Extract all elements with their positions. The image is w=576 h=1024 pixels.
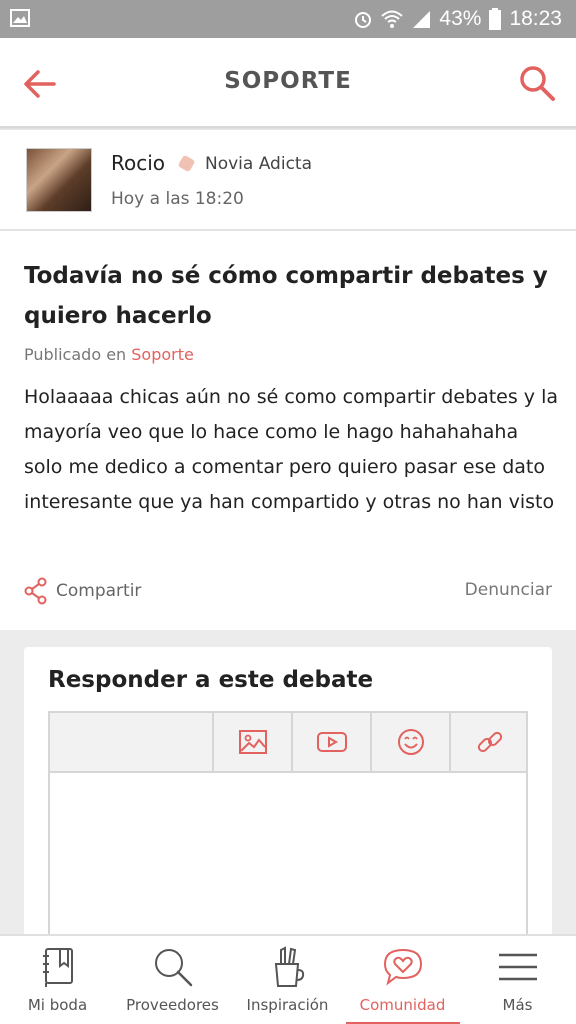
insert-video-button[interactable] [291, 713, 370, 771]
status-icons: 43% 18:23 [353, 6, 562, 32]
nav-label: Mi boda [27, 996, 88, 1014]
post-body: Holaaaaa chicas aún no sé como compartir… [24, 386, 558, 513]
alarm-icon [355, 12, 372, 28]
clock: 18:23 [509, 7, 562, 30]
nav-mi-boda[interactable]: Mi boda [0, 936, 115, 1024]
share-button[interactable]: Compartir [24, 576, 141, 606]
reply-title: Responder a este debate [48, 667, 374, 693]
video-icon [316, 732, 347, 752]
category-link[interactable]: Soporte [131, 345, 194, 364]
reply-editor [48, 711, 528, 951]
author-name[interactable]: Rocio [111, 151, 165, 175]
app-bar: SOPORTE [0, 38, 576, 128]
heart-chat-icon [383, 948, 422, 986]
nav-mas[interactable]: Más [460, 936, 575, 1024]
published-in: Publicado en Soporte [24, 345, 194, 364]
search-icon[interactable] [518, 64, 556, 102]
post-card: Rocio Novia Adicta Hoy a las 18:20 Todav… [0, 130, 576, 630]
rank-badge-icon [177, 154, 196, 173]
emoji-icon [397, 729, 424, 755]
insert-link-button[interactable] [449, 713, 528, 771]
image-icon [238, 730, 267, 754]
author-header: Rocio Novia Adicta Hoy a las 18:20 [0, 130, 576, 231]
nav-label: Inspiración [246, 996, 329, 1014]
status-bar: 43% 18:23 [0, 0, 576, 38]
battery-icon [489, 8, 502, 30]
link-icon [477, 731, 502, 753]
nav-proveedores[interactable]: Proveedores [115, 936, 230, 1024]
pencil-cup-icon [274, 946, 304, 987]
published-prefix: Publicado en [24, 345, 127, 364]
page-title: SOPORTE [224, 68, 352, 94]
editor-toolbar [50, 713, 526, 773]
post-title: Todavía no sé cómo compartir debates y q… [24, 263, 548, 329]
nav-label: Proveedores [126, 996, 219, 1014]
post-time: Hoy a las 18:20 [111, 189, 244, 209]
avatar[interactable] [26, 148, 92, 212]
wifi-icon [381, 10, 404, 28]
nav-label: Más [502, 996, 533, 1014]
nav-label: Comunidad [359, 996, 446, 1014]
share-icon [24, 577, 47, 605]
author-rank: Novia Adicta [205, 154, 312, 174]
insert-image-button[interactable] [212, 713, 291, 771]
signal-icon [413, 11, 431, 28]
reply-card: Responder a este debate [24, 647, 552, 951]
bottom-navigation: Mi boda Proveedores Inspiración Comunida… [0, 934, 576, 1024]
insert-emoji-button[interactable] [370, 713, 449, 771]
menu-icon [498, 953, 537, 981]
report-button[interactable]: Denunciar [465, 580, 552, 600]
notebook-icon [42, 948, 73, 987]
reply-textarea[interactable] [50, 773, 526, 949]
nav-inspiracion[interactable]: Inspiración [230, 936, 345, 1024]
search-icon [154, 949, 192, 987]
battery-percent: 43% [439, 7, 482, 30]
nav-comunidad[interactable]: Comunidad [345, 936, 460, 1024]
gallery-notification-icon [10, 9, 30, 27]
share-label: Compartir [56, 581, 142, 601]
